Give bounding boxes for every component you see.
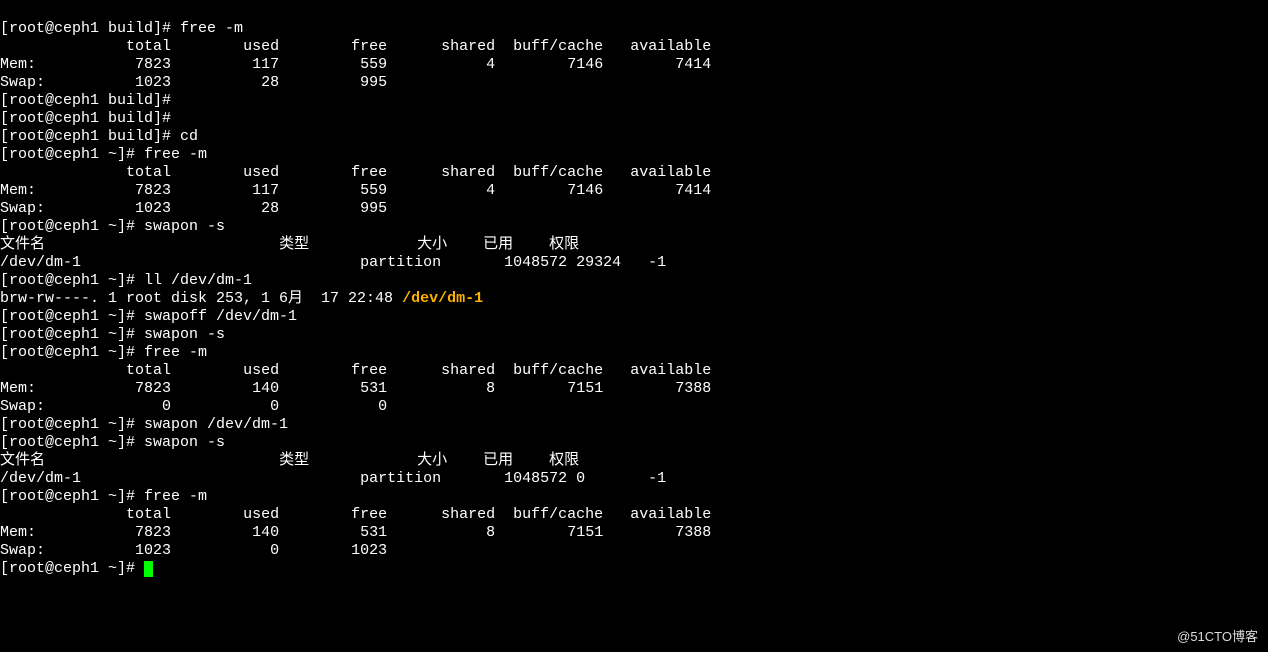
prompt: [root@ceph1 ~]# <box>0 146 144 163</box>
cmd: swapon /dev/dm-1 <box>144 416 288 433</box>
prompt: [root@ceph1 ~]# <box>0 416 144 433</box>
free-header: total used free shared buff/cache availa… <box>0 164 711 181</box>
free-header: total used free shared buff/cache availa… <box>0 38 711 55</box>
free-mem-row: Mem: 7823 117 559 4 7146 7414 <box>0 56 711 73</box>
prompt: [root@ceph1 build]# <box>0 20 180 37</box>
swapon-header: 文件名 类型 大小 已用 权限 <box>0 236 579 253</box>
swapon-header: 文件名 类型 大小 已用 权限 <box>0 452 579 469</box>
cmd: swapon -s <box>144 434 225 451</box>
ll-output: brw-rw----. 1 root disk 253, 1 6月 17 22:… <box>0 290 483 307</box>
prompt: [root@ceph1 build]# <box>0 128 180 145</box>
prompt: [root@ceph1 build]# <box>0 92 180 109</box>
free-mem-row: Mem: 7823 140 531 8 7151 7388 <box>0 524 711 541</box>
cmd: ll /dev/dm-1 <box>144 272 252 289</box>
prompt: [root@ceph1 ~]# <box>0 488 144 505</box>
cursor[interactable] <box>144 561 153 577</box>
free-swap-row: Swap: 1023 28 995 <box>0 74 387 91</box>
prompt: [root@ceph1 build]# <box>0 110 180 127</box>
prompt: [root@ceph1 ~]# <box>0 272 144 289</box>
cmd: swapoff /dev/dm-1 <box>144 308 297 325</box>
cmd: swapon -s <box>144 218 225 235</box>
watermark: @51CTO博客 <box>1177 628 1258 646</box>
terminal-output: [root@ceph1 build]# free -m total used f… <box>0 0 1268 578</box>
device-path: /dev/dm-1 <box>402 290 483 307</box>
free-swap-row: Swap: 0 0 0 <box>0 398 387 415</box>
cmd: free -m <box>144 344 207 361</box>
cmd: swapon -s <box>144 326 225 343</box>
prompt: [root@ceph1 ~]# <box>0 434 144 451</box>
prompt: [root@ceph1 ~]# <box>0 326 144 343</box>
free-mem-row: Mem: 7823 117 559 4 7146 7414 <box>0 182 711 199</box>
free-header: total used free shared buff/cache availa… <box>0 506 711 523</box>
cmd: free -m <box>144 146 207 163</box>
prompt: [root@ceph1 ~]# <box>0 218 144 235</box>
free-swap-row: Swap: 1023 28 995 <box>0 200 387 217</box>
cmd: cd <box>180 128 198 145</box>
cmd: free -m <box>180 20 243 37</box>
prompt: [root@ceph1 ~]# <box>0 308 144 325</box>
free-swap-row: Swap: 1023 0 1023 <box>0 542 387 559</box>
swapon-row: /dev/dm-1 partition 1048572 0 -1 <box>0 470 666 487</box>
cmd: free -m <box>144 488 207 505</box>
prompt: [root@ceph1 ~]# <box>0 344 144 361</box>
free-header: total used free shared buff/cache availa… <box>0 362 711 379</box>
free-mem-row: Mem: 7823 140 531 8 7151 7388 <box>0 380 711 397</box>
swapon-row: /dev/dm-1 partition 1048572 29324 -1 <box>0 254 666 271</box>
prompt[interactable]: [root@ceph1 ~]# <box>0 560 144 577</box>
